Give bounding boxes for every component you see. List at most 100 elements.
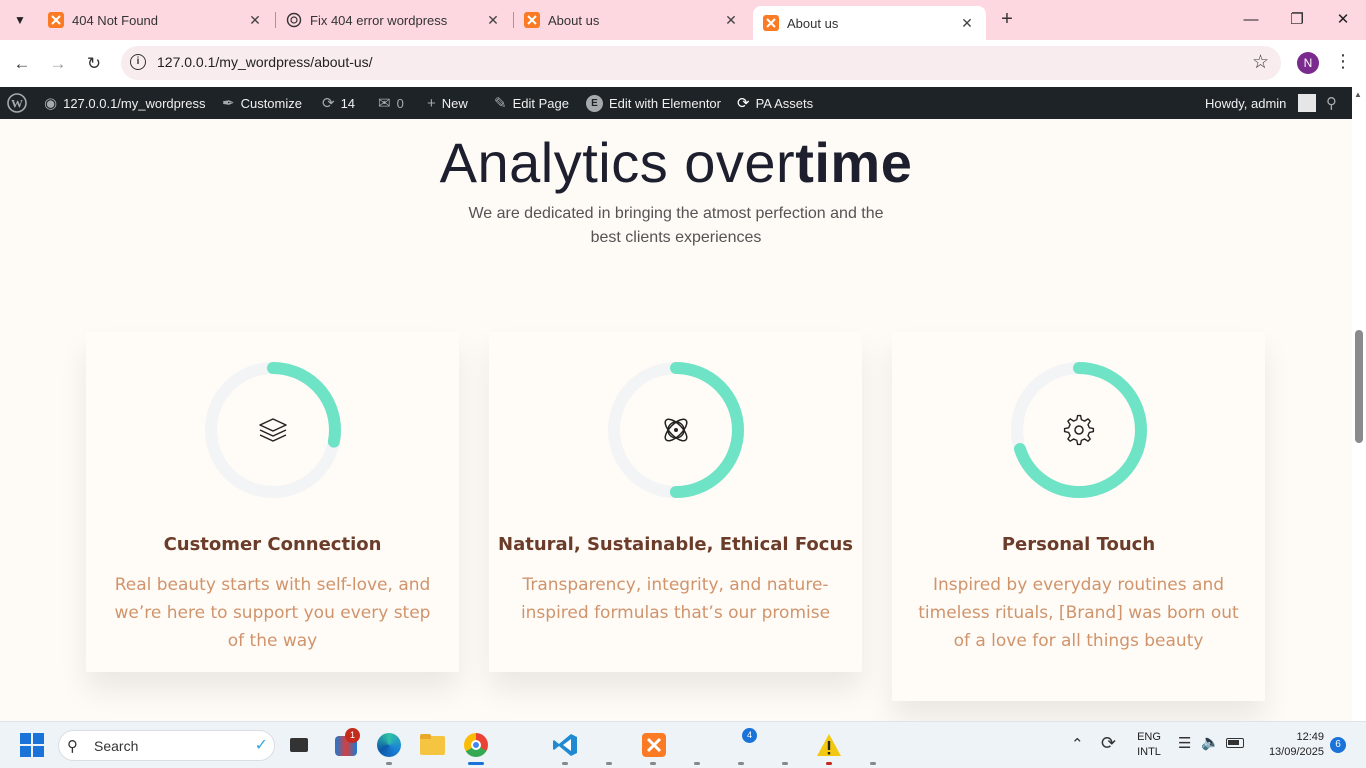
profile-avatar[interactable]: N	[1297, 52, 1319, 74]
site-name-menu[interactable]: ◉ 127.0.0.1/my_wordpress	[44, 87, 205, 119]
dashboard-icon: ◉	[44, 95, 58, 112]
taskbar-search[interactable]: ⚲ Search ✓	[58, 730, 275, 761]
close-tab-icon[interactable]: ✕	[484, 12, 502, 29]
wordpress-icon: W	[7, 93, 27, 113]
tab-strip: ▼ 404 Not Found ✕ Fix 404 error wordpres…	[0, 0, 1366, 40]
close-tab-icon[interactable]: ✕	[958, 15, 976, 32]
lang-top: ENG	[1137, 731, 1161, 743]
chrome-count-badge: 4	[742, 728, 757, 743]
volume-icon[interactable]: 🔈	[1201, 733, 1220, 751]
tab-404-not-found[interactable]: 404 Not Found ✕	[38, 6, 274, 34]
chrome-browser-icon[interactable]	[462, 731, 490, 759]
close-window-button[interactable]: ✕	[1331, 8, 1355, 32]
tab-fix-404[interactable]: Fix 404 error wordpress ✕	[276, 6, 512, 34]
running-indicator	[606, 762, 612, 765]
xampp-taskbar-icon[interactable]	[640, 731, 668, 759]
tab-title: 404 Not Found	[72, 12, 159, 28]
edit-elementor-label: Edit with Elementor	[609, 95, 721, 111]
language-indicator[interactable]: ENG INTL	[1133, 730, 1165, 760]
url-text[interactable]: 127.0.0.1/my_wordpress/about-us/	[157, 54, 373, 70]
close-tab-icon[interactable]: ✕	[722, 12, 740, 29]
chevron-up-icon[interactable]: ⌃	[1071, 735, 1084, 753]
refresh-icon: ⟳	[737, 95, 750, 112]
edge-browser-icon[interactable]	[375, 731, 403, 759]
clock[interactable]: 12:49 13/09/2025	[1252, 730, 1324, 760]
updates-menu[interactable]: ⟳ 14	[322, 87, 355, 119]
windows-start-icon[interactable]	[20, 733, 44, 757]
warning-app-icon[interactable]	[815, 731, 843, 759]
tab-title: About us	[548, 12, 600, 28]
search-highlight-icon: ✓	[254, 737, 268, 754]
wifi-icon[interactable]: ☰	[1178, 734, 1191, 752]
running-indicator	[650, 762, 656, 765]
running-indicator	[738, 762, 744, 765]
clock-date: 13/09/2025	[1268, 746, 1324, 758]
wp-logo-menu[interactable]: W	[7, 87, 27, 119]
notification-badge[interactable]: 6	[1330, 737, 1346, 753]
restore-button[interactable]: ❐	[1285, 8, 1309, 32]
edit-page-menu[interactable]: ✎ Edit Page	[494, 87, 569, 119]
tab-search-button[interactable]: ▼	[6, 7, 34, 33]
task-view-icon[interactable]	[287, 731, 315, 759]
reload-button[interactable]: ↻	[82, 52, 106, 76]
card-text: Real beauty starts with self-love, and w…	[114, 575, 431, 651]
minimize-button[interactable]: —	[1239, 8, 1263, 32]
svg-text:W: W	[11, 97, 23, 111]
lang-bottom: INTL	[1137, 746, 1161, 758]
new-label: New	[441, 95, 468, 111]
edit-elementor-menu[interactable]: E Edit with Elementor	[586, 87, 721, 119]
active-app-indicator	[468, 762, 484, 765]
scrollbar-thumb[interactable]	[1355, 330, 1363, 443]
howdy-label: Howdy, admin	[1205, 95, 1287, 111]
chevron-down-icon: ▼	[14, 13, 26, 27]
card-personal-touch: Personal Touch Inspired by everyday rout…	[892, 332, 1265, 701]
running-indicator	[694, 762, 700, 765]
forward-button[interactable]: →	[46, 52, 70, 76]
menu-kebab-icon[interactable]: ⋮	[1334, 51, 1352, 72]
heading-bold: time	[795, 131, 913, 194]
updates-icon: ⟳	[322, 95, 335, 112]
address-bar[interactable]: i 127.0.0.1/my_wordpress/about-us/ ☆	[121, 46, 1281, 80]
card-text: Inspired by everyday routines and timele…	[918, 575, 1239, 651]
running-indicator	[782, 762, 788, 765]
search-label: Search	[94, 738, 139, 754]
back-button[interactable]: ←	[10, 52, 34, 76]
file-explorer-icon[interactable]	[419, 731, 447, 759]
running-indicator	[562, 762, 568, 765]
search-icon: ⚲	[1326, 95, 1337, 112]
my-account-menu[interactable]: Howdy, admin	[1205, 87, 1317, 119]
scroll-up-icon[interactable]: ▲	[1354, 90, 1362, 99]
tab-about-us[interactable]: About us ✕	[514, 6, 750, 34]
layers-icon	[259, 418, 287, 442]
tab-about-us-active[interactable]: About us ✕	[753, 6, 986, 40]
customize-menu[interactable]: ✒ Customize	[222, 87, 302, 119]
edit-page-label: Edit Page	[512, 95, 569, 111]
wp-admin-bar: W ◉ 127.0.0.1/my_wordpress ✒ Customize ⟳…	[0, 87, 1366, 119]
battery-icon[interactable]	[1226, 738, 1244, 748]
xampp-icon	[763, 15, 779, 31]
browser-toolbar: ← → ↻ i 127.0.0.1/my_wordpress/about-us/…	[0, 40, 1366, 87]
section-subtitle: We are dedicated in bringing the atmost …	[468, 205, 884, 246]
sync-icon[interactable]: ⟳	[1101, 733, 1116, 754]
bookmark-star-icon[interactable]: ☆	[1252, 51, 1269, 74]
card-title: Customer Connection	[163, 534, 382, 555]
section-heading: Analytics overtime	[0, 130, 1352, 196]
running-indicator	[386, 762, 392, 765]
store-app-icon[interactable]: 1	[332, 728, 360, 759]
page-scrollbar[interactable]: ▲	[1352, 87, 1366, 721]
pa-assets-menu[interactable]: ⟳ PA Assets	[737, 87, 813, 119]
new-content-menu[interactable]: + New	[427, 87, 468, 119]
close-tab-icon[interactable]: ✕	[246, 12, 264, 29]
vscode-icon[interactable]	[551, 731, 579, 759]
site-info-icon[interactable]: i	[130, 54, 146, 70]
atom-icon	[664, 418, 688, 442]
card-title: Personal Touch	[1001, 534, 1156, 555]
comments-menu[interactable]: ✉ 0	[378, 87, 404, 119]
updates-count: 14	[340, 95, 356, 111]
admin-search[interactable]: ⚲	[1326, 87, 1337, 119]
card-text: Transparency, integrity, and nature-insp…	[520, 575, 831, 623]
xampp-icon	[524, 12, 540, 28]
card-customer-connection: Customer Connection Real beauty starts w…	[86, 332, 459, 672]
pa-assets-label: PA Assets	[755, 95, 814, 111]
new-tab-button[interactable]: +	[996, 9, 1018, 31]
